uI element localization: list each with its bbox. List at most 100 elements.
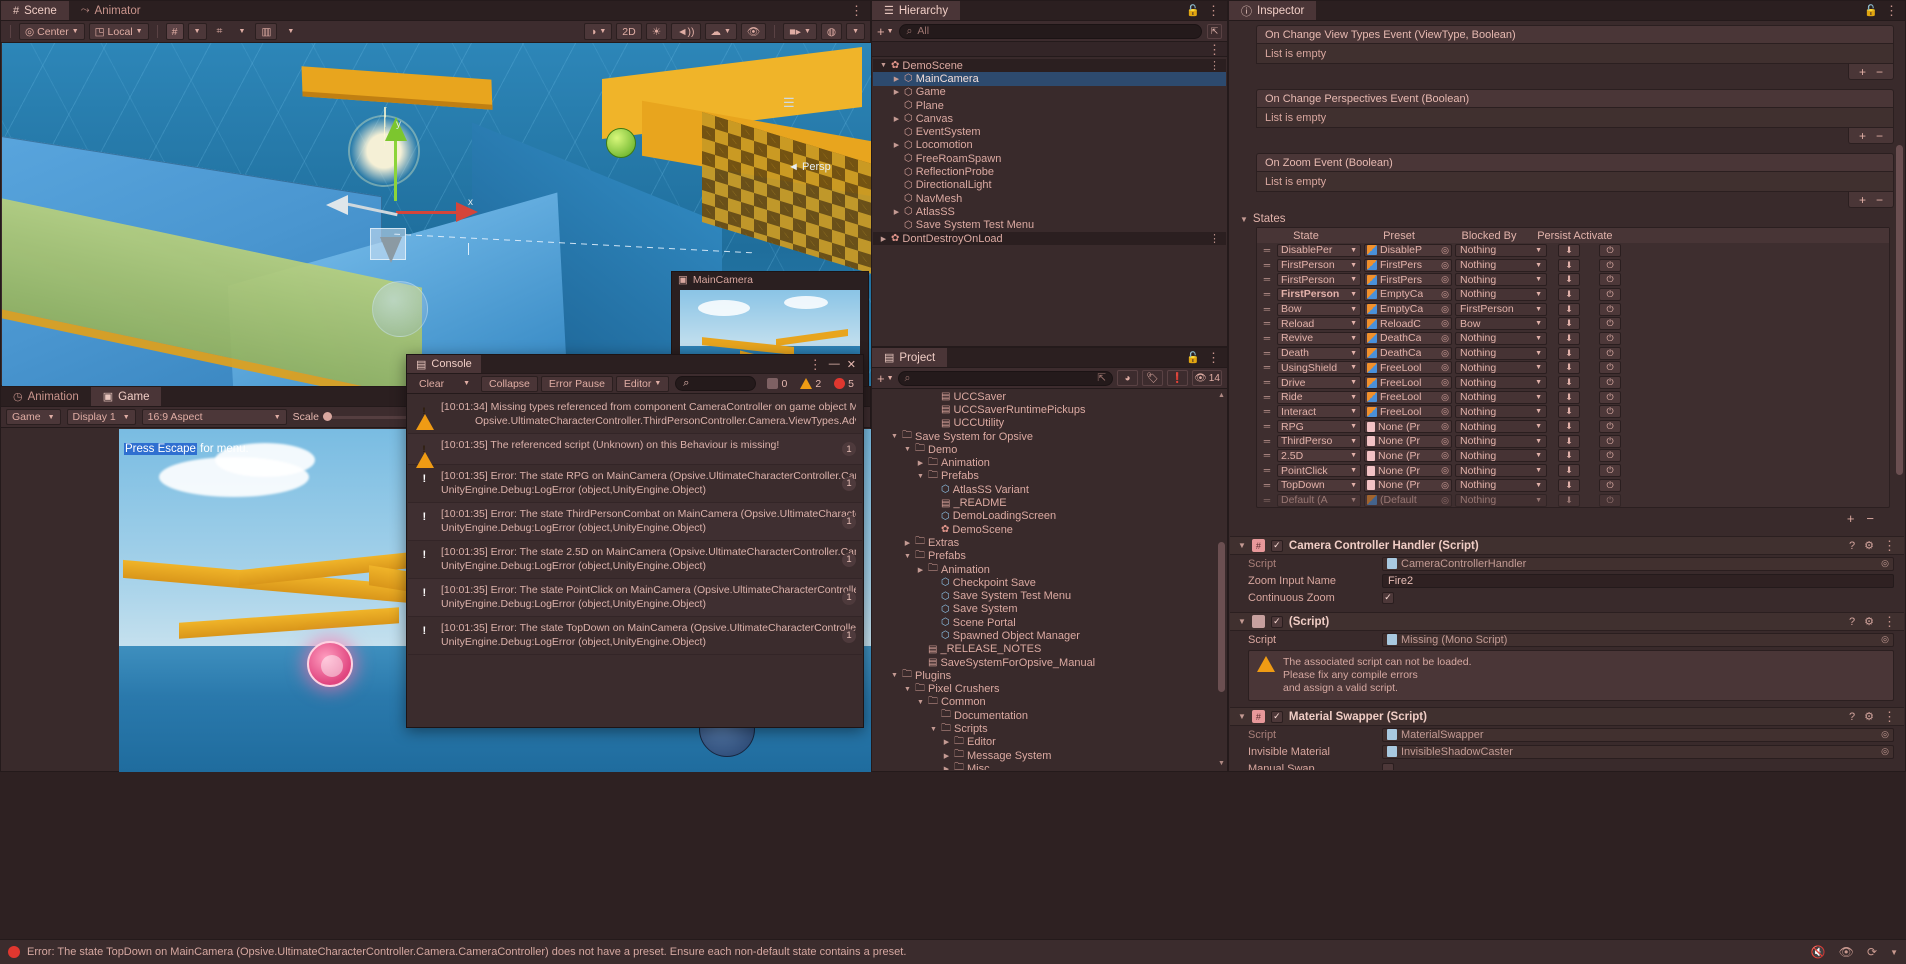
status-message[interactable]: Error: The state TopDown on MainCamera (…	[27, 946, 906, 958]
hierarchy-item[interactable]: ▶ ⬡ Canvas	[873, 112, 1226, 125]
drag-handle-icon[interactable]: ═	[1260, 260, 1274, 270]
state-row[interactable]: ═ RPG ▼ None (Pr ◎ Nothing ▼ ⬇ ⏻	[1257, 419, 1889, 434]
create-asset-button[interactable]: + ▼	[877, 371, 894, 386]
tab-project[interactable]: ▤ Project	[872, 348, 948, 367]
project-item[interactable]: ▶ 🗀 Animation	[873, 456, 1217, 469]
hierarchy-item[interactable]: ▶ ⬡ MainCamera	[873, 72, 1226, 86]
lighting-toggle[interactable]: ☀	[645, 23, 668, 40]
drag-handle-icon[interactable]: ═	[1260, 422, 1274, 431]
mute-icon[interactable]: 🔇	[1811, 945, 1826, 959]
drag-handle-icon[interactable]: ═	[1260, 289, 1274, 299]
component-menu-icon[interactable]: ⋮	[1883, 539, 1896, 552]
refresh-icon[interactable]: ⟳	[1867, 945, 1877, 959]
preset-object-field[interactable]: ReloadC ◎	[1364, 317, 1452, 331]
remove-icon[interactable]: −	[1866, 511, 1874, 526]
project-item[interactable]: ▼ 🗀 Scripts	[873, 722, 1217, 735]
project-expand-icon[interactable]: ⇱	[1097, 372, 1106, 384]
project-item[interactable]: ⬡ Scene Portal	[873, 616, 1217, 629]
project-item[interactable]: ▤ SaveSystemForOpsive_Manual	[873, 656, 1217, 669]
preset-object-field[interactable]: FirstPers ◎	[1364, 258, 1452, 272]
state-row[interactable]: ═ Ride ▼ FreeLool ◎ Nothing ▼ ⬇ ⏻	[1257, 390, 1889, 405]
help-icon[interactable]: ?	[1849, 616, 1855, 628]
gizmo-axis-x-cone[interactable]	[456, 202, 478, 222]
state-row[interactable]: ═ Revive ▼ DeathCa ◎ Nothing ▼ ⬇ ⏻	[1257, 331, 1889, 346]
event-add-remove[interactable]: + −	[1847, 64, 1894, 80]
state-row[interactable]: ═ PointClick ▼ None (Pr ◎ Nothing ▼ ⬇ ⏻	[1257, 463, 1889, 478]
preset-object-field[interactable]: DisableP ◎	[1364, 243, 1452, 257]
project-item[interactable]: ▤ UCCSaver	[873, 390, 1217, 403]
drag-handle-icon[interactable]: ═	[1260, 245, 1274, 255]
help-icon[interactable]: ?	[1849, 540, 1855, 552]
packages-filter-icon[interactable]: ◕	[1117, 370, 1138, 386]
state-name-dropdown[interactable]: Interact ▼	[1277, 405, 1361, 419]
activate-button[interactable]: ⏻	[1599, 258, 1621, 272]
persist-button[interactable]: ⬇	[1558, 346, 1580, 360]
blocked-by-dropdown[interactable]: Nothing ▼	[1455, 449, 1547, 463]
tab-inspector[interactable]: ⓘ Inspector	[1229, 1, 1317, 20]
persist-button[interactable]: ⬇	[1558, 287, 1580, 301]
persist-button[interactable]: ⬇	[1558, 493, 1580, 507]
object-picker-icon[interactable]: ◎	[1881, 729, 1889, 740]
object-picker-icon[interactable]: ◎	[1441, 465, 1449, 476]
state-name-dropdown[interactable]: FirstPerson ▼	[1277, 258, 1361, 272]
ruler-dropdown[interactable]: ▼	[281, 23, 300, 40]
object-picker-icon[interactable]: ◎	[1881, 634, 1889, 645]
inspector-body[interactable]: On Change View Types Event (ViewType, Bo…	[1230, 22, 1904, 770]
blocked-by-dropdown[interactable]: Nothing ▼	[1455, 361, 1547, 375]
project-item[interactable]: ⬡ AtlasSS Variant	[873, 483, 1217, 496]
activate-button[interactable]: ⏻	[1599, 493, 1621, 507]
lock-icon[interactable]: 🔓	[1864, 4, 1878, 17]
drag-handle-icon[interactable]: ═	[1260, 436, 1274, 446]
chevron-down-icon[interactable]: ▼	[890, 672, 899, 679]
persist-button[interactable]: ⬇	[1558, 464, 1580, 478]
field-object-picker[interactable]: CameraControllerHandler ◎	[1382, 556, 1894, 571]
chevron-right-icon[interactable]: ▶	[879, 235, 888, 243]
chevron-down-icon[interactable]: ▼	[916, 699, 925, 706]
log-count[interactable]: 0	[762, 376, 792, 392]
add-icon[interactable]: +	[1859, 130, 1866, 142]
magnet-button[interactable]: ⌗	[211, 23, 229, 40]
state-name-dropdown[interactable]: Default (A ▼	[1277, 493, 1361, 507]
component-enabled-checkbox[interactable]: ✓	[1270, 710, 1283, 723]
object-picker-icon[interactable]: ◎	[1441, 450, 1449, 461]
scene-row-menu-icon[interactable]: ⋮	[1209, 59, 1226, 72]
object-picker-icon[interactable]: ◎	[1441, 348, 1449, 359]
project-item[interactable]: ⬡ Spawned Object Manager	[873, 629, 1217, 642]
blocked-by-dropdown[interactable]: Bow ▼	[1455, 317, 1547, 331]
preset-object-field[interactable]: None (Pr ◎	[1364, 449, 1452, 463]
blocked-by-dropdown[interactable]: Nothing ▼	[1455, 376, 1547, 390]
gizmo-axis-down-cone[interactable]	[380, 237, 402, 263]
collapse-toggle[interactable]: Collapse	[481, 375, 538, 392]
activate-button[interactable]: ⏻	[1599, 434, 1621, 448]
persist-button[interactable]: ⬇	[1558, 361, 1580, 375]
preset-object-field[interactable]: DeathCa ◎	[1364, 346, 1452, 360]
chevron-down-icon[interactable]: ▼	[903, 686, 912, 693]
persist-button[interactable]: ⬇	[1558, 302, 1580, 316]
blocked-by-dropdown[interactable]: Nothing ▼	[1455, 331, 1547, 345]
chevron-right-icon[interactable]: ▶	[892, 141, 901, 149]
preset-icon[interactable]: ⚙	[1864, 539, 1874, 552]
state-name-dropdown[interactable]: Death ▼	[1277, 346, 1361, 360]
object-picker-icon[interactable]: ◎	[1881, 558, 1889, 569]
console-entry[interactable]: [10:01:35] The referenced script (Unknow…	[408, 434, 862, 468]
clear-button[interactable]: Clear	[411, 376, 452, 392]
state-row[interactable]: ═ Death ▼ DeathCa ◎ Nothing ▼ ⬇ ⏻	[1257, 346, 1889, 361]
hierarchy-menu-icon[interactable]: ⋮	[1207, 4, 1220, 17]
remove-icon[interactable]: −	[1876, 66, 1883, 78]
field-object-picker[interactable]: MaterialSwapper ◎	[1382, 727, 1894, 742]
state-name-dropdown[interactable]: Reload ▼	[1277, 317, 1361, 331]
draw-mode-dropdown[interactable]: ◑ ▼	[584, 23, 613, 40]
editor-dropdown[interactable]: Editor ▼	[615, 375, 670, 392]
component-header[interactable]: ▼ # ✓ Material Swapper (Script)? ⚙ ⋮	[1230, 707, 1904, 727]
object-picker-icon[interactable]: ◎	[1441, 245, 1449, 256]
object-picker-icon[interactable]: ◎	[1441, 260, 1449, 271]
project-item[interactable]: ▼ 🗀 Prefabs	[873, 470, 1217, 483]
preset-object-field[interactable]: FirstPers ◎	[1364, 273, 1452, 287]
persist-button[interactable]: ⬇	[1558, 449, 1580, 463]
activate-button[interactable]: ⏻	[1599, 361, 1621, 375]
console-menu-icon[interactable]: ⋮	[809, 358, 822, 371]
states-section-header[interactable]: ▼ States	[1230, 208, 1904, 227]
state-row[interactable]: ═ FirstPerson ▼ FirstPers ◎ Nothing ▼ ⬇ ⏻	[1257, 272, 1889, 287]
tab-game[interactable]: ▣ Game	[90, 387, 162, 406]
drag-handle-icon[interactable]: ═	[1260, 319, 1274, 328]
